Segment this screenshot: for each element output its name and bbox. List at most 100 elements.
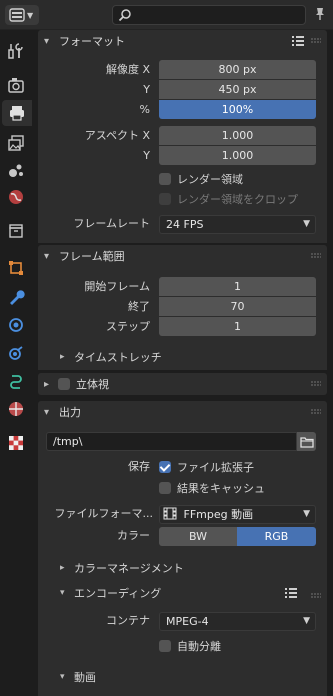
chevron-down-icon: ▼ [27, 10, 34, 20]
file-format-dropdown[interactable]: FFmpeg 動画 ▼ [159, 505, 316, 524]
checkbox-box[interactable] [159, 173, 171, 185]
particles-tab[interactable] [2, 312, 30, 338]
data-icon [9, 402, 23, 416]
texture-icon [9, 436, 23, 450]
modifier-tab[interactable] [2, 284, 30, 310]
browse-folder-button[interactable] [297, 432, 316, 451]
format-panel-header[interactable]: ▾ フォーマット [38, 30, 327, 52]
render-region-checkbox[interactable]: レンダー領域 [159, 170, 243, 188]
resolution-percent-label: % [139, 103, 150, 116]
printer-icon [10, 106, 24, 121]
search-icon [118, 9, 131, 22]
frame-start-label: 開始フレーム [84, 280, 150, 293]
frame-range-panel-header[interactable]: ▾ フレーム範囲 [38, 245, 327, 267]
properties-tab-strip [0, 30, 32, 696]
chevron-down-icon: ▾ [60, 672, 65, 682]
chevron-down-icon: ▾ [44, 250, 50, 262]
chevron-down-icon: ▾ [44, 406, 50, 418]
save-label: 保存 [128, 460, 150, 473]
chevron-right-icon: ▸ [44, 378, 50, 390]
data-tab[interactable] [2, 396, 30, 422]
world-tab[interactable] [2, 184, 30, 210]
checkbox-box[interactable] [159, 193, 171, 205]
aspect-x-label: アスペクト X [84, 129, 150, 142]
drag-grip-icon[interactable] [311, 409, 321, 415]
checkbox-box[interactable] [159, 461, 171, 473]
crop-region-checkbox[interactable]: レンダー領域をクロップ [159, 190, 298, 208]
container-dropdown[interactable]: MPEG-4 ▼ [159, 612, 316, 631]
color-management-title: カラーマネージメント [74, 562, 184, 575]
color-label: カラー [117, 529, 150, 542]
view-layer-tab[interactable] [2, 130, 30, 156]
autosplit-label: 自動分離 [177, 640, 221, 653]
chevron-down-icon: ▼ [303, 616, 310, 626]
file-extension-checkbox[interactable]: ファイル拡張子 [159, 458, 254, 476]
encoding-subpanel-header[interactable]: ▾ エンコーディング [60, 583, 320, 603]
output-path-field[interactable]: /tmp\ [46, 432, 297, 451]
frame-end-label: 終了 [128, 300, 150, 313]
output-panel: /tmp\ 保存 ファイル拡張子 結果をキャッシュ ファイルフォーマ... FF… [38, 423, 327, 696]
frame-step-field[interactable]: 1 [159, 317, 316, 336]
editor-type-dropdown[interactable]: ▼ [5, 5, 39, 25]
container-value: MPEG-4 [166, 615, 209, 628]
tool-icon [8, 43, 23, 59]
color-rgb-button[interactable]: RGB [237, 527, 316, 546]
drag-grip-icon[interactable] [311, 381, 321, 387]
resolution-y-label: Y [143, 83, 150, 96]
render-icon [8, 78, 24, 93]
format-panel-title: フォーマット [59, 35, 125, 48]
view-layer-icon [8, 135, 24, 151]
file-extension-label: ファイル拡張子 [177, 461, 254, 474]
container-label: コンテナ [106, 614, 150, 627]
preset-list-icon[interactable] [284, 586, 298, 600]
pin-icon[interactable] [314, 7, 326, 21]
search-input[interactable] [112, 5, 306, 25]
framerate-dropdown[interactable]: 24 FPS ▼ [159, 215, 316, 234]
chevron-down-icon: ▾ [44, 35, 50, 47]
stereoscopy-checkbox[interactable] [58, 378, 70, 390]
checkbox-box[interactable] [159, 482, 171, 494]
video-subpanel-header[interactable]: ▾ 動画 [60, 667, 96, 687]
drag-grip-icon[interactable] [311, 593, 321, 599]
resolution-percent-slider[interactable]: 100% [159, 100, 316, 119]
aspect-y-field[interactable]: 1.000 [159, 146, 316, 165]
frame-start-field[interactable]: 1 [159, 277, 316, 296]
aspect-x-field[interactable]: 1.000 [159, 126, 316, 145]
preset-list-icon[interactable] [291, 34, 305, 48]
wrench-icon [10, 290, 25, 305]
frame-range-panel: 開始フレーム 1 終了 70 ステップ 1 ▸ タイムストレッチ [38, 267, 327, 370]
object-tab[interactable] [2, 255, 30, 281]
encoding-title: エンコーディング [74, 587, 162, 600]
particles-icon [9, 318, 23, 332]
frame-end-field[interactable]: 70 [159, 297, 316, 316]
resolution-x-field[interactable]: 800 px [159, 60, 316, 79]
autosplit-checkbox[interactable]: 自動分離 [159, 637, 221, 655]
format-panel: 解像度 X 800 px Y 450 px % 100% アスペクト X 1.0… [38, 52, 327, 243]
render-tab[interactable] [2, 72, 30, 98]
color-bw-button[interactable]: BW [159, 527, 237, 546]
texture-tab[interactable] [2, 430, 30, 456]
scene-tab[interactable] [2, 157, 30, 183]
video-title: 動画 [74, 671, 96, 684]
object-icon [9, 261, 23, 275]
tool-tab[interactable] [2, 38, 30, 64]
frame-range-panel-title: フレーム範囲 [59, 250, 125, 263]
frame-step-label: ステップ [106, 320, 150, 333]
framerate-label: フレームレート [73, 217, 150, 230]
checkbox-box[interactable] [159, 640, 171, 652]
aspect-y-label: Y [143, 149, 150, 162]
cache-result-checkbox[interactable]: 結果をキャッシュ [159, 479, 265, 497]
stereoscopy-panel-header[interactable]: ▸ 立体視 [38, 373, 327, 395]
output-tab[interactable] [2, 100, 32, 126]
resolution-y-field[interactable]: 450 px [159, 80, 316, 99]
color-management-subpanel-header[interactable]: ▸ カラーマネージメント [60, 558, 184, 578]
time-stretch-title: タイムストレッチ [74, 351, 162, 364]
drag-grip-icon[interactable] [311, 38, 321, 44]
output-panel-header[interactable]: ▾ 出力 [38, 401, 327, 423]
time-stretch-subpanel-header[interactable]: ▸ タイムストレッチ [60, 347, 162, 367]
drag-grip-icon[interactable] [311, 253, 321, 259]
chevron-right-icon: ▸ [60, 352, 65, 362]
collection-tab[interactable] [2, 218, 30, 244]
physics-tab[interactable] [2, 340, 30, 366]
constraints-tab[interactable] [2, 368, 30, 394]
